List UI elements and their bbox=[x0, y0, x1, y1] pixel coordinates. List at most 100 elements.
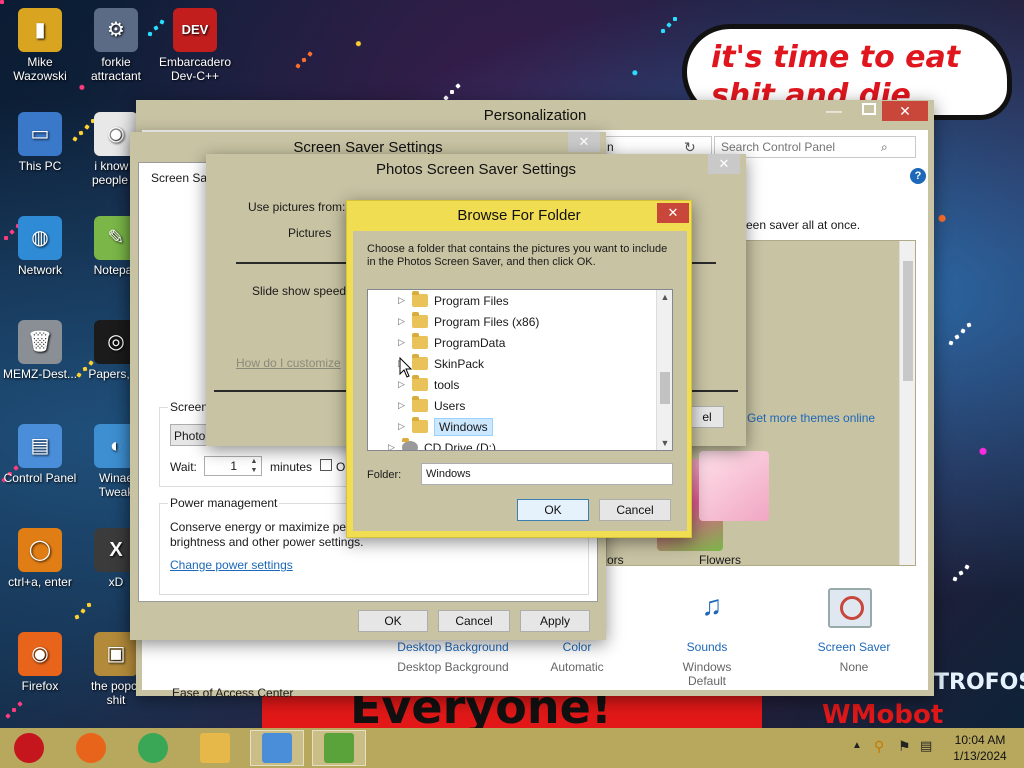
confetti-piece bbox=[11, 707, 17, 713]
power-management-text: Conserve energy or maximize per brightne… bbox=[170, 520, 364, 549]
screen-saver-close-button[interactable]: ✕ bbox=[568, 132, 600, 152]
folder-tree-scrollbar[interactable]: ▲ ▼ bbox=[656, 290, 672, 450]
folder-tree-item[interactable]: ▷ ProgramData bbox=[398, 332, 505, 353]
folder-icon bbox=[412, 333, 428, 349]
personalization-setting-link[interactable]: Sounds bbox=[662, 640, 752, 654]
customize-help-link[interactable]: How do I customize bbox=[236, 356, 341, 370]
screen-saver-apply-button[interactable]: Apply bbox=[520, 610, 590, 632]
search-icon[interactable]: ⌕ bbox=[881, 140, 888, 155]
desktop-icon-image: ⚙ bbox=[94, 8, 138, 52]
scroll-up-icon[interactable]: ▲ bbox=[657, 292, 672, 302]
screen-saver-dropdown[interactable]: Photo bbox=[170, 424, 210, 446]
personalization-setting-link[interactable]: Desktop Background bbox=[378, 640, 528, 654]
desktop-icon-label: Control Panel bbox=[3, 471, 77, 485]
action-center-flag-icon[interactable]: ⚑ bbox=[898, 738, 911, 755]
photos-titlebar[interactable]: Photos Screen Saver Settings bbox=[206, 154, 746, 184]
confetti-piece bbox=[952, 576, 958, 582]
personalization-setting[interactable]: Desktop Background Desktop Background bbox=[378, 640, 528, 674]
expand-arrow-icon[interactable]: ▷ bbox=[398, 400, 406, 411]
search-tray-icon[interactable]: ⚲ bbox=[874, 738, 884, 755]
personalization-close-button[interactable]: ✕ bbox=[882, 101, 928, 121]
desktop-icon[interactable]: ▮ Mike Wazowski bbox=[0, 8, 80, 83]
maximize-button[interactable] bbox=[862, 103, 876, 115]
photos-close-button[interactable]: ✕ bbox=[708, 154, 740, 174]
expand-arrow-icon[interactable]: ▷ bbox=[398, 379, 406, 390]
search-input[interactable] bbox=[721, 140, 881, 154]
folder-icon bbox=[412, 396, 428, 412]
show-hidden-icons-icon[interactable]: ▲ bbox=[852, 740, 862, 751]
wallpaper-side-text: TROFOS bbox=[934, 670, 1024, 695]
change-power-settings-link[interactable]: Change power settings bbox=[170, 558, 293, 572]
ease-of-access-link[interactable]: Ease of Access Center bbox=[172, 686, 293, 700]
personalization-setting-link[interactable]: Color bbox=[542, 640, 612, 654]
desktop-icon[interactable]: DEV Embarcadero Dev-C++ bbox=[155, 8, 235, 83]
personalization-setting-link[interactable]: Screen Saver bbox=[814, 640, 894, 654]
browse-instruction: Choose a folder that contains the pictur… bbox=[367, 243, 668, 268]
taskbar-chrome-button[interactable] bbox=[126, 730, 180, 766]
desktop-icon[interactable]: ◍ Network bbox=[0, 216, 80, 277]
wait-label: Wait: bbox=[170, 460, 197, 474]
desktop-icon[interactable]: ⚙ forkie attractant bbox=[76, 8, 156, 83]
taskbar-file-explorer-button[interactable] bbox=[188, 730, 242, 766]
theme-list-scrollbar[interactable] bbox=[899, 241, 915, 565]
browse-ok-button[interactable]: OK bbox=[517, 499, 589, 521]
screen-saver-dropdown-value: Photo bbox=[174, 429, 206, 443]
expand-arrow-icon[interactable]: ▷ bbox=[398, 421, 406, 432]
desktop-icon-image: DEV bbox=[173, 8, 217, 52]
screen-saver-cancel-button[interactable]: Cancel bbox=[438, 610, 510, 632]
desktop-icon[interactable]: ▤ Control Panel bbox=[0, 424, 80, 485]
chrome-icon bbox=[138, 733, 168, 763]
get-more-themes-link[interactable]: Get more themes online bbox=[747, 411, 875, 425]
photos-title: Photos Screen Saver Settings bbox=[375, 160, 577, 178]
folder-tree-item[interactable]: ▷ Program Files bbox=[398, 290, 509, 311]
scroll-down-icon[interactable]: ▼ bbox=[657, 438, 672, 448]
theme-label-fragment: ors bbox=[607, 553, 624, 567]
taskbar-control-panel-button[interactable] bbox=[250, 730, 304, 766]
desktop-icon[interactable]: ◉ Firefox bbox=[0, 632, 80, 693]
expand-arrow-icon[interactable]: ▷ bbox=[388, 442, 396, 450]
control-panel-icon bbox=[262, 733, 292, 763]
folder-tree-item[interactable]: ▷ CD Drive (D:) bbox=[388, 437, 496, 450]
browse-titlebar[interactable]: Browse For Folder bbox=[347, 201, 691, 229]
personalization-setting[interactable]: Color Automatic bbox=[542, 640, 612, 674]
desktop-icon[interactable]: ◯ ctrl+a, enter bbox=[0, 528, 80, 589]
theme-list-scroll-thumb[interactable] bbox=[903, 261, 913, 381]
personalization-title: Personalization bbox=[483, 106, 587, 124]
folder-field[interactable]: Windows bbox=[421, 463, 673, 485]
browse-close-button[interactable]: ✕ bbox=[657, 203, 689, 223]
expand-arrow-icon[interactable]: ▷ bbox=[398, 295, 406, 306]
browse-cancel-button[interactable]: Cancel bbox=[599, 499, 671, 521]
taskbar-start-ornament-button[interactable] bbox=[2, 730, 56, 766]
help-icon[interactable]: ? bbox=[910, 168, 926, 184]
personalization-titlebar[interactable]: Personalization bbox=[136, 100, 934, 130]
taskbar: ▲ ⚲ ⚑ ▤ bbox=[0, 728, 1024, 768]
personalization-setting[interactable]: Sounds Windows Default bbox=[662, 640, 752, 688]
wait-spinner-arrows[interactable]: ▲ ▼ bbox=[248, 457, 260, 475]
folder-tree-item[interactable]: ▷ Windows bbox=[398, 416, 493, 437]
sounds-icon[interactable]: ♫ bbox=[690, 590, 734, 630]
expand-arrow-icon[interactable]: ▷ bbox=[398, 337, 406, 348]
screen-saver-ok-button[interactable]: OK bbox=[358, 610, 428, 632]
start-ornament-icon bbox=[14, 733, 44, 763]
desktop-icon[interactable]: 🗑 MEMZ-Dest... bbox=[0, 320, 80, 381]
firefox-icon bbox=[76, 733, 106, 763]
personalization-setting[interactable]: Screen Saver None bbox=[814, 640, 894, 674]
taskbar-clock[interactable]: 10:04 AM 1/13/2024 bbox=[944, 732, 1016, 764]
taskbar-firefox-button[interactable] bbox=[64, 730, 118, 766]
confetti-piece bbox=[672, 16, 678, 22]
screen-saver-tab[interactable]: Screen Sav bbox=[151, 171, 213, 185]
minimize-button[interactable]: — bbox=[826, 103, 842, 121]
folder-tree-item[interactable]: ▷ Users bbox=[398, 395, 465, 416]
photos-cancel-label: el bbox=[702, 410, 712, 424]
folder-tree-scroll-thumb[interactable] bbox=[660, 372, 670, 404]
network-tray-icon[interactable]: ▤ bbox=[920, 738, 932, 754]
flowers-theme-label: Flowers bbox=[699, 553, 742, 567]
expand-arrow-icon[interactable]: ▷ bbox=[398, 316, 406, 327]
taskbar-personalization-button[interactable] bbox=[312, 730, 366, 766]
folder-icon bbox=[412, 291, 428, 307]
confetti-piece bbox=[964, 564, 970, 570]
on-resume-checkbox[interactable] bbox=[320, 459, 332, 471]
desktop-icon[interactable]: ▭ This PC bbox=[0, 112, 80, 173]
folder-tree-item[interactable]: ▷ Program Files (x86) bbox=[398, 311, 539, 332]
screen-saver-icon[interactable] bbox=[828, 588, 872, 628]
